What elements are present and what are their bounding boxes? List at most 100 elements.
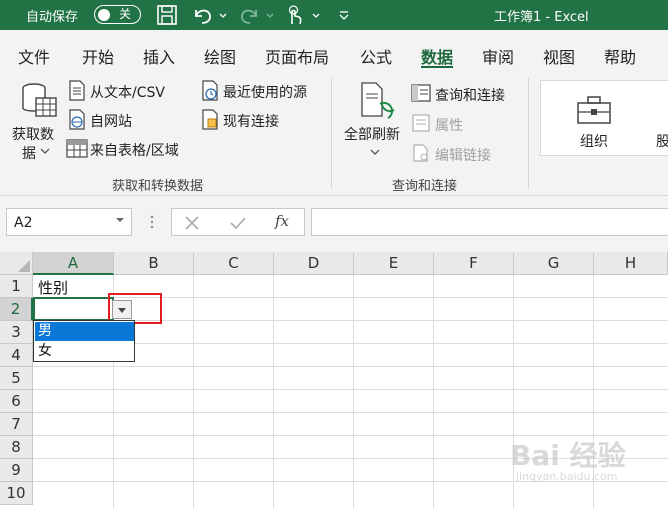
grid-line (353, 275, 354, 508)
active-cell-a2[interactable] (33, 297, 114, 321)
autosave-label: 自动保存 (26, 10, 79, 25)
queries-connections-button[interactable]: 查询和连接 (435, 85, 505, 105)
enter-check-icon (230, 217, 246, 230)
group-separator-2 (528, 78, 529, 188)
row-header-7[interactable]: 7 (0, 413, 33, 436)
title-bar: 自动保存 关 工作簿1 - Excel (0, 0, 668, 30)
row-header-10[interactable]: 10 (0, 482, 33, 505)
queries-connections-icon[interactable] (411, 84, 431, 102)
column-header-c[interactable]: C (194, 252, 274, 275)
from-table-range-button[interactable]: 来自表格/区域 (90, 140, 179, 160)
autosave-state: 关 (119, 7, 132, 21)
column-header-e[interactable]: E (354, 252, 434, 275)
column-header-a[interactable]: A (33, 252, 114, 275)
web-icon[interactable] (67, 109, 87, 131)
tab-home[interactable]: 开始 (82, 44, 114, 68)
existing-connections-icon[interactable] (200, 109, 220, 131)
properties-button: 属性 (435, 118, 463, 134)
get-data-icon[interactable] (20, 82, 58, 120)
formula-bar-area: A2 fx (0, 196, 668, 252)
tab-insert[interactable]: 插入 (143, 44, 175, 68)
redo-dropdown-icon (266, 13, 274, 18)
toggle-knob (98, 8, 110, 21)
cancel-icon (185, 216, 199, 230)
recent-sources-icon[interactable] (200, 80, 220, 102)
get-data-dropdown-icon[interactable] (40, 147, 50, 155)
save-icon[interactable] (156, 4, 178, 26)
grid-line (273, 275, 274, 508)
row-header-8[interactable]: 8 (0, 436, 33, 459)
edit-links-button: 编辑链接 (435, 148, 491, 164)
tab-formulas[interactable]: 公式 (360, 44, 392, 68)
column-header-f[interactable]: F (434, 252, 514, 275)
name-box[interactable]: A2 (6, 208, 132, 236)
get-data-label-1[interactable]: 获取数 (12, 124, 54, 144)
tab-help[interactable]: 帮助 (604, 44, 636, 68)
touch-dropdown-icon[interactable] (311, 4, 321, 26)
from-text-csv-button[interactable]: 从文本/CSV (90, 82, 165, 102)
insert-function-icon[interactable]: fx (275, 212, 289, 230)
document-title: 工作簿1 - Excel (494, 10, 589, 25)
stocks-label-partial: 股 (656, 134, 668, 150)
ribbon-tabs: 文件 开始 插入 绘图 页面布局 公式 数据 审阅 视图 帮助 (0, 30, 668, 69)
column-header-b[interactable]: B (114, 252, 194, 275)
from-web-button[interactable]: 自网站 (90, 111, 132, 131)
cell-a1[interactable]: 性别 (38, 277, 68, 298)
touch-mode-icon[interactable] (283, 4, 305, 26)
row-header-5[interactable]: 5 (0, 367, 33, 390)
select-all-corner[interactable] (0, 252, 33, 275)
org-label: 组织 (580, 134, 608, 150)
refresh-all-icon[interactable] (358, 82, 398, 122)
row-header-2[interactable]: 2 (0, 298, 33, 321)
group-queries-label: 查询和连接 (392, 179, 458, 194)
row-header-4[interactable]: 4 (0, 344, 33, 367)
column-header-d[interactable]: D (274, 252, 354, 275)
formula-buttons: fx (171, 208, 305, 236)
edit-links-icon (413, 144, 428, 162)
properties-icon (412, 114, 430, 132)
get-data-label-2[interactable]: 据 (22, 143, 36, 163)
watermark: Bai 经验 (510, 439, 626, 472)
row-header-3[interactable]: 3 (0, 321, 33, 344)
select-all-icon (18, 260, 30, 272)
existing-connections-button[interactable]: 现有连接 (223, 111, 279, 131)
redo-icon (241, 9, 257, 24)
row-header-9[interactable]: 9 (0, 459, 33, 482)
row-header-6[interactable]: 6 (0, 390, 33, 413)
grid-line (33, 412, 668, 413)
drag-handle-icon[interactable] (149, 214, 155, 230)
tab-draw[interactable]: 绘图 (204, 44, 236, 68)
group-get-transform-label: 获取和转换数据 (112, 179, 204, 194)
grid-line (193, 275, 194, 508)
column-header-g[interactable]: G (514, 252, 594, 275)
organization-data-types[interactable]: 组织 股 (540, 80, 668, 156)
formula-input[interactable] (311, 208, 668, 236)
refresh-dropdown-icon[interactable] (370, 148, 380, 156)
column-header-h[interactable]: H (594, 252, 668, 275)
dropdown-option-male[interactable]: 男 (35, 322, 134, 341)
autosave-toggle[interactable]: 关 (94, 5, 141, 24)
group-separator (331, 78, 332, 188)
validation-dropdown-list: 男 女 (33, 320, 135, 362)
dropdown-option-female[interactable]: 女 (35, 342, 134, 361)
customize-qat-icon[interactable] (337, 4, 351, 26)
tab-data[interactable]: 数据 (421, 44, 454, 69)
grid-line (33, 389, 668, 390)
tab-file[interactable]: 文件 (18, 44, 50, 68)
recent-sources-button[interactable]: 最近使用的源 (223, 82, 307, 102)
undo-dropdown-icon[interactable] (218, 4, 228, 26)
briefcase-icon (577, 96, 611, 124)
name-box-value: A2 (14, 215, 33, 231)
refresh-all-label[interactable]: 全部刷新 (344, 124, 400, 144)
table-range-icon[interactable] (66, 139, 88, 159)
tab-view[interactable]: 视图 (543, 44, 575, 68)
undo-icon[interactable] (190, 4, 214, 26)
grid-line (433, 275, 434, 508)
ribbon-data: 获取数 据 从文本/CSV 自网站 来自表格/区域 最近使用的源 现有连接 获取… (0, 68, 668, 196)
grid-line (33, 366, 668, 367)
tab-page-layout[interactable]: 页面布局 (265, 44, 329, 68)
row-header-1[interactable]: 1 (0, 275, 33, 298)
tab-review[interactable]: 审阅 (482, 44, 514, 68)
name-box-dropdown-icon[interactable] (115, 216, 125, 224)
text-csv-icon[interactable] (67, 80, 87, 102)
